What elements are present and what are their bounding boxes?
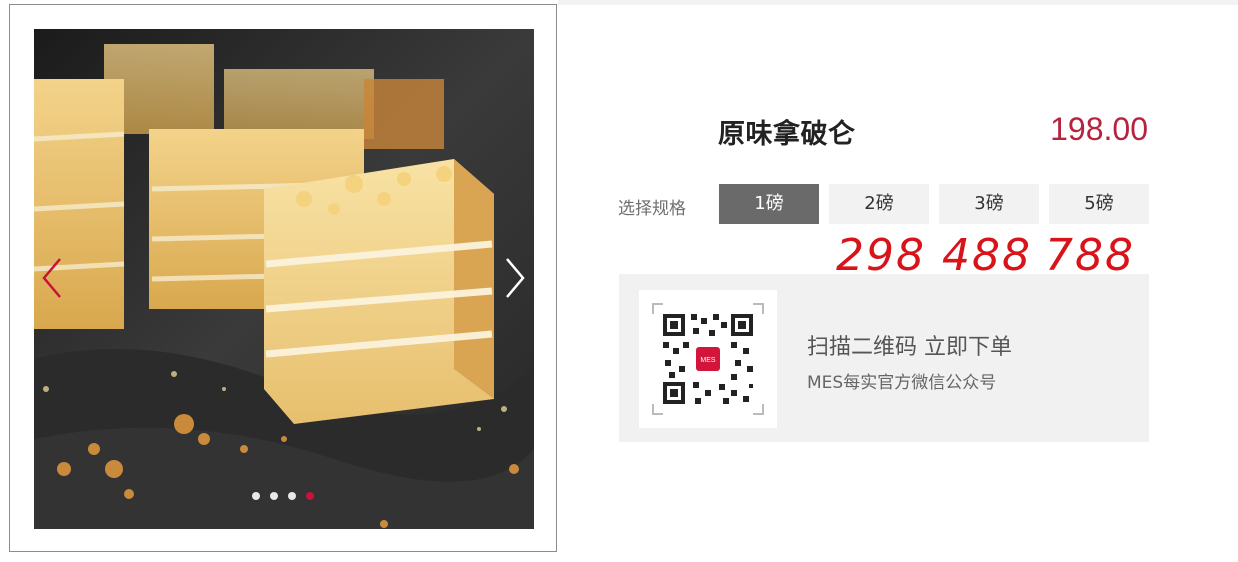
gallery-dot-active[interactable] — [306, 492, 314, 500]
spec-option-3lb[interactable]: 3磅 — [939, 184, 1039, 224]
top-divider-strip — [558, 0, 1238, 5]
product-photo — [34, 29, 534, 529]
gallery-dot[interactable] — [252, 492, 260, 500]
spec-label: 选择规格 — [618, 199, 686, 219]
spec-option-1lb[interactable]: 1磅 — [719, 184, 819, 224]
product-price: 198.00 — [1050, 111, 1148, 147]
chevron-right-icon — [506, 258, 525, 298]
chevron-left-icon — [42, 258, 61, 298]
qr-code: MES — [639, 290, 777, 428]
gallery-dot[interactable] — [288, 492, 296, 500]
gallery-dot[interactable] — [270, 492, 278, 500]
qr-title: 扫描二维码 立即下单 — [807, 335, 1012, 360]
gallery-prev-button[interactable] — [38, 255, 68, 301]
spec-option-2lb[interactable]: 2磅 — [829, 184, 929, 224]
svg-text:MES: MES — [700, 357, 716, 364]
spec-option-5lb[interactable]: 5磅 — [1049, 184, 1149, 224]
gallery-next-button[interactable] — [499, 255, 529, 301]
qr-subtitle: MES每实官方微信公众号 — [807, 373, 997, 393]
gallery-pagination — [252, 492, 314, 500]
product-title: 原味拿破仑 — [718, 119, 856, 150]
